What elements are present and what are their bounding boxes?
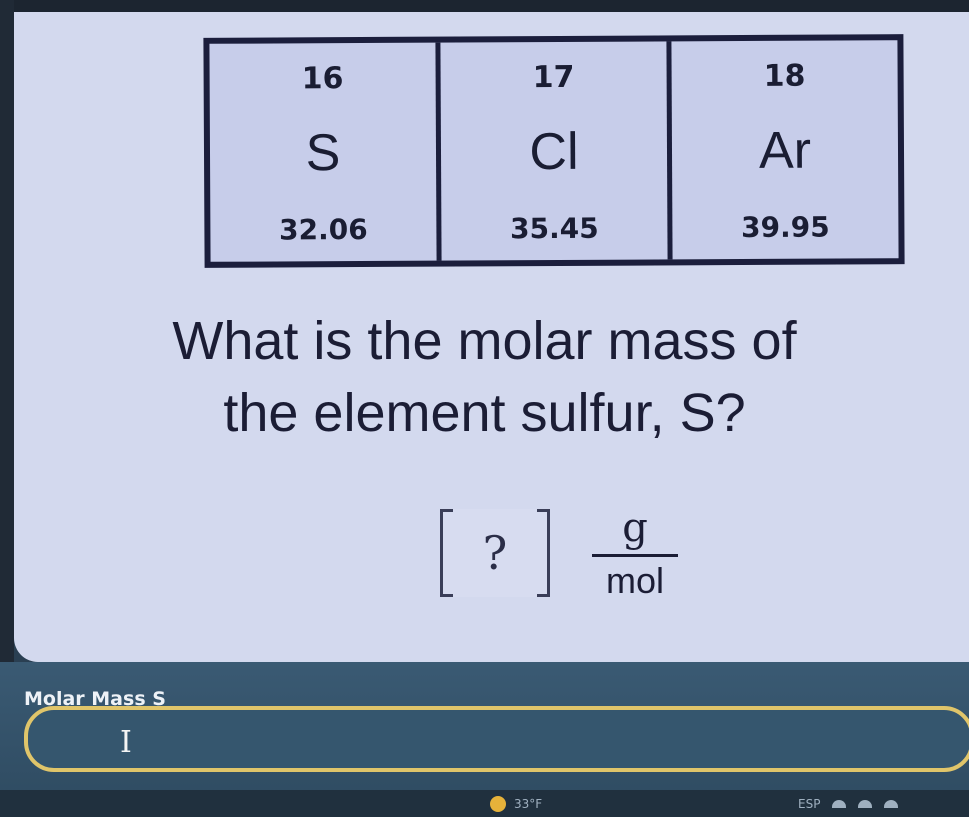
- taskbar-weather[interactable]: 33°F: [490, 796, 542, 812]
- element-cell-argon: 18 Ar 39.95: [671, 40, 898, 259]
- text-cursor-icon: I: [120, 725, 132, 760]
- element-symbol: Cl: [529, 122, 579, 182]
- atomic-mass: 35.45: [510, 211, 599, 246]
- answer-blank-box[interactable]: ?: [440, 509, 550, 597]
- weather-text: 33°F: [514, 797, 543, 811]
- element-symbol: Ar: [758, 121, 812, 180]
- periodic-table-excerpt: 16 S 32.06 17 Cl 35.45 18 Ar 39.95: [203, 34, 905, 268]
- weather-icon: [490, 796, 506, 812]
- cloud-icon[interactable]: [832, 800, 847, 808]
- question-line-2: the element sulfur, S?: [223, 383, 746, 443]
- atomic-number: 17: [532, 59, 575, 96]
- unit-denominator: mol: [605, 559, 664, 601]
- wifi-icon[interactable]: [858, 800, 873, 808]
- volume-icon[interactable]: [884, 800, 899, 808]
- unit-numerator: g: [622, 504, 648, 551]
- atomic-number: 18: [763, 58, 806, 94]
- question-text: What is the molar mass of the element su…: [0, 305, 969, 449]
- fraction-bar: [592, 553, 678, 557]
- taskbar-tray: ESP: [790, 797, 899, 811]
- element-symbol: S: [305, 124, 341, 183]
- atomic-mass: 39.95: [741, 210, 830, 245]
- question-mark: ?: [482, 526, 508, 580]
- language-indicator[interactable]: ESP: [798, 797, 820, 811]
- answer-expression: ? g mol: [440, 498, 678, 608]
- question-line-1: What is the molar mass of: [172, 311, 797, 371]
- molar-mass-input[interactable]: [24, 706, 969, 772]
- atomic-number: 16: [301, 61, 344, 97]
- element-cell-sulfur: 16 S 32.06: [209, 42, 442, 262]
- atomic-mass: 32.06: [279, 212, 368, 247]
- element-cell-chlorine: 17 Cl 35.45: [440, 41, 673, 261]
- unit-fraction: g mol: [592, 506, 678, 601]
